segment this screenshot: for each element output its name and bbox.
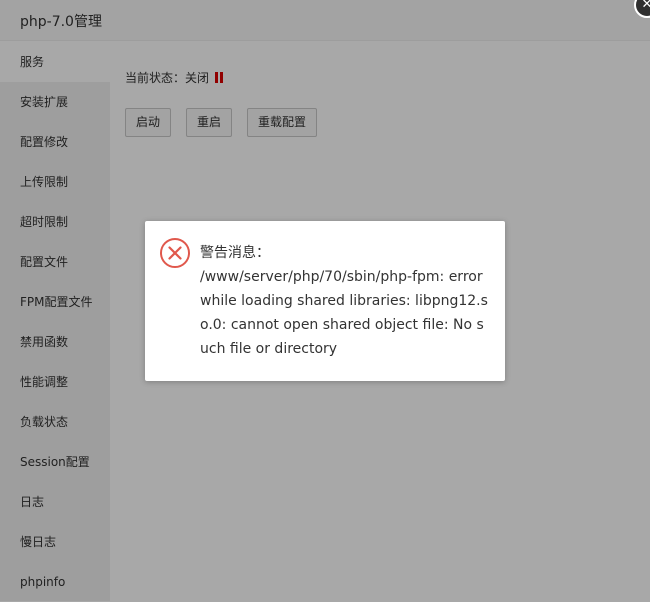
- error-icon: [160, 238, 190, 268]
- dialog-message: 警告消息： /www/server/php/70/sbin/php-fpm: e…: [200, 241, 492, 361]
- dialog-title: 警告消息：: [200, 245, 270, 261]
- dialog-error-text: /www/server/php/70/sbin/php-fpm: error w…: [200, 269, 488, 357]
- warning-dialog: 警告消息： /www/server/php/70/sbin/php-fpm: e…: [145, 221, 505, 381]
